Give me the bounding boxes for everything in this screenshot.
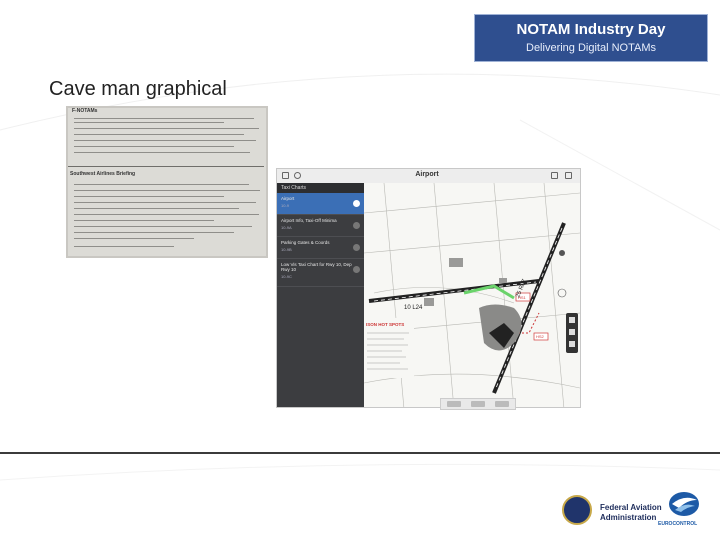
chart-item-label: Low Vis Taxi Chart for Rwy 10, Dep Rwy 1… xyxy=(281,262,352,272)
slide-title: Cave man graphical xyxy=(49,78,227,100)
chart-item-sub: 10-9C xyxy=(281,274,292,279)
radio-icon xyxy=(353,222,360,229)
page-control-bar[interactable] xyxy=(440,398,516,410)
chart-item-sub: 10-9A xyxy=(281,225,292,230)
layers-icon[interactable] xyxy=(551,172,558,179)
share-icon[interactable] xyxy=(565,172,572,179)
text-line xyxy=(74,190,260,191)
text-line xyxy=(74,184,249,185)
text-line xyxy=(74,134,244,135)
text-line xyxy=(74,246,174,247)
text-line xyxy=(74,220,214,221)
eurocontrol-label: EUROCONTROL xyxy=(658,521,698,527)
faa-line2: Administration xyxy=(600,513,657,522)
text-line xyxy=(74,238,194,239)
hotspot2-label: HS2 xyxy=(536,334,545,339)
faa-seal-icon xyxy=(562,495,592,525)
faa-logo-text: Federal Aviation Administration xyxy=(600,503,662,523)
hotspots-title: ISON HOT SPOTS xyxy=(366,322,404,327)
page-segment[interactable] xyxy=(495,401,509,407)
banner-subtitle: Delivering Digital NOTAMs xyxy=(526,42,656,54)
airport-taxi-map[interactable]: 10 L24 25 R07 HS1 HS2 ISON HOT SPOTS xyxy=(363,182,580,407)
footer-divider xyxy=(0,452,720,454)
chart-item-label: Parking Gates & Coords xyxy=(281,240,330,245)
text-line xyxy=(74,208,239,209)
app-toolbar: Airport xyxy=(277,169,580,184)
paper-header: F-NOTAMs xyxy=(72,108,98,114)
check-icon xyxy=(353,200,360,207)
airport-diagram: 10 L24 25 R07 HS1 HS2 ISON HOT SPOTS xyxy=(363,182,580,407)
radio-icon xyxy=(353,244,360,251)
text-line xyxy=(74,118,254,119)
radio-icon xyxy=(353,266,360,273)
text-line xyxy=(74,196,224,197)
banner-title: NOTAM Industry Day xyxy=(516,21,666,38)
text-line xyxy=(74,232,234,233)
app-title: Airport xyxy=(415,171,439,178)
chart-item-sub: 10-9 xyxy=(281,203,290,208)
faa-line1: Federal Aviation xyxy=(600,503,662,512)
gear-icon[interactable] xyxy=(294,172,301,179)
text-line xyxy=(74,128,259,129)
chart-item-label: Airport Info, Taxi-Off Minima xyxy=(281,218,337,223)
page-segment[interactable] xyxy=(471,401,485,407)
text-line xyxy=(74,140,256,141)
text-line xyxy=(74,152,250,153)
paper-sheet xyxy=(68,108,266,256)
text-line xyxy=(74,146,234,147)
chart-item-label: Airport xyxy=(281,196,295,201)
eurocontrol-logo-icon xyxy=(669,492,699,516)
chart-list-sidebar: Taxi Charts Airport 10-9 Airport Info, T… xyxy=(277,183,364,407)
chart-list-item[interactable]: Parking Gates & Coords 10-9B xyxy=(277,237,364,259)
text-line xyxy=(74,122,224,123)
hotspot1-label: HS1 xyxy=(518,295,527,300)
ipad-airport-chart-app: Airport Taxi Charts Airport 10-9 Airport… xyxy=(276,168,581,408)
text-line xyxy=(68,166,264,167)
text-line xyxy=(74,202,256,203)
notam-banner: NOTAM Industry Day Delivering Digital NO… xyxy=(474,14,708,62)
chart-list-item[interactable]: Low Vis Taxi Chart for Rwy 10, Dep Rwy 1… xyxy=(277,259,364,287)
runway1-label: 10 L24 xyxy=(404,305,423,311)
square-icon[interactable] xyxy=(282,172,289,179)
chart-list-item[interactable]: Airport 10-9 xyxy=(277,193,364,215)
paper-section-title: Southwest Airlines Briefing xyxy=(70,171,136,177)
text-line xyxy=(74,214,259,215)
chart-list-header: Taxi Charts xyxy=(277,183,364,193)
chart-list-item[interactable]: Airport Info, Taxi-Off Minima 10-9A xyxy=(277,215,364,237)
page-segment[interactable] xyxy=(447,401,461,407)
paper-briefing-photo: F-NOTAMs Southwest Airlines Briefing xyxy=(66,106,268,258)
text-line xyxy=(74,226,252,227)
chart-item-sub: 10-9B xyxy=(281,247,292,252)
